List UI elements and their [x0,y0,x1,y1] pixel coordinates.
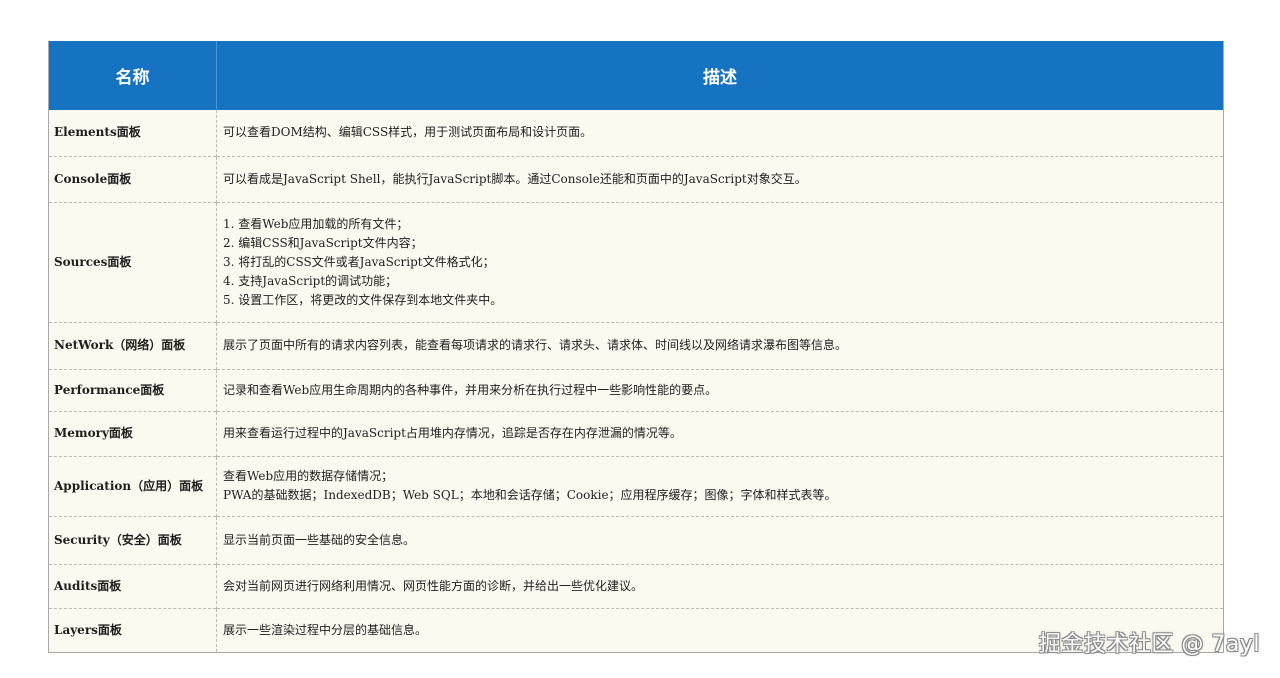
table-row: Elements面板 可以查看DOM结构、编辑CSS样式，用于测试页面布局和设计… [48,110,1224,156]
panel-name: Console面板 [48,155,217,202]
panel-description: 可以查看DOM结构、编辑CSS样式，用于测试页面布局和设计页面。 [217,110,1224,156]
panel-name: Security（安全）面板 [48,515,217,564]
header-name: 名称 [48,41,217,110]
description-line: PWA的基础数据；IndexedDB；Web SQL；本地和会话存储；Cooki… [223,488,837,502]
panel-name: Elements面板 [48,110,217,156]
table-row: Memory面板 用来查看运行过程中的JavaScript占用堆内存情况，追踪是… [48,410,1224,456]
panel-description: 展示了页面中所有的请求内容列表，能查看每项请求的请求行、请求头、请求体、时间线以… [216,321,1224,369]
description-line: 查看Web应用的数据存储情况； [223,469,394,483]
description-line: 会对当前网页进行网络利用情况、网页性能方面的诊断，并给出一些优化建议。 [223,578,644,593]
description-line: 用来查看运行过程中的JavaScript占用堆内存情况，追踪是否存在内存泄漏的情… [223,426,682,440]
table-row: Audits面板 会对当前网页进行网络利用情况、网页性能方面的诊断，并给出一些优… [48,563,1224,608]
table-header: 名称 描述 [48,41,1224,110]
description-line: 3. 将打乱的CSS文件或者JavaScript文件格式化； [223,254,495,269]
panel-name: Audits面板 [48,563,217,608]
panel-description: 显示当前页面一些基础的安全信息。 [216,515,1224,564]
description-line: 可以查看DOM结构、编辑CSS样式，用于测试页面布局和设计页面。 [223,125,593,140]
devtools-panels-table: 名称 描述 Elements面板 可以查看DOM结构、编辑CSS样式，用于测试页… [48,41,1224,653]
table-row: NetWork（网络）面板 展示了页面中所有的请求内容列表，能查看每项请求的请求… [48,321,1224,369]
panel-name: Performance面板 [48,368,217,411]
panel-name: Sources面板 [48,201,217,322]
panel-description: 会对当前网页进行网络利用情况、网页性能方面的诊断，并给出一些优化建议。 [216,563,1224,608]
watermark: 掘金技术社区 @ 7ayl [1038,632,1260,657]
panel-description: 查看Web应用的数据存储情况； PWA的基础数据；IndexedDB；Web S… [216,455,1224,516]
description-line: 记录和查看Web应用生命周期内的各种事件，并用来分析在执行过程中一些影响性能的要… [223,382,718,397]
panel-description: 可以看成是JavaScript Shell，能执行JavaScript脚本。通过… [216,155,1224,202]
panel-description: 用来查看运行过程中的JavaScript占用堆内存情况，追踪是否存在内存泄漏的情… [216,410,1224,456]
table-body: Elements面板 可以查看DOM结构、编辑CSS样式，用于测试页面布局和设计… [48,110,1224,652]
table-row: Security（安全）面板 显示当前页面一些基础的安全信息。 [48,515,1224,564]
description-line: 2. 编辑CSS和JavaScript文件内容； [223,235,423,250]
panel-name: Layers面板 [48,607,217,652]
panel-description: 记录和查看Web应用生命周期内的各种事件，并用来分析在执行过程中一些影响性能的要… [216,368,1224,411]
panel-name: Application（应用）面板 [48,455,217,516]
panel-description: 1. 查看Web应用加载的所有文件； 2. 编辑CSS和JavaScript文件… [216,201,1224,322]
table-row: Console面板 可以看成是JavaScript Shell，能执行JavaS… [48,155,1224,202]
panel-name: NetWork（网络）面板 [48,321,217,369]
description-line: 展示了页面中所有的请求内容列表，能查看每项请求的请求行、请求头、请求体、时间线以… [223,338,848,352]
table-row: Performance面板 记录和查看Web应用生命周期内的各种事件，并用来分析… [48,368,1224,411]
panel-name: Memory面板 [48,410,217,456]
description-line: 可以看成是JavaScript Shell，能执行JavaScript脚本。通过… [223,171,807,186]
table-row: Sources面板 1. 查看Web应用加载的所有文件； 2. 编辑CSS和Ja… [48,201,1224,322]
table-row: Application（应用）面板 查看Web应用的数据存储情况； PWA的基础… [48,455,1224,516]
description-line: 1. 查看Web应用加载的所有文件； [223,216,409,231]
description-line: 4. 支持JavaScript的调试功能； [223,273,398,288]
header-description: 描述 [216,41,1224,110]
description-line: 5. 设置工作区，将更改的文件保存到本地文件夹中。 [223,292,503,307]
header-row: 名称 描述 [48,41,1224,110]
description-line: 显示当前页面一些基础的安全信息。 [223,532,416,547]
